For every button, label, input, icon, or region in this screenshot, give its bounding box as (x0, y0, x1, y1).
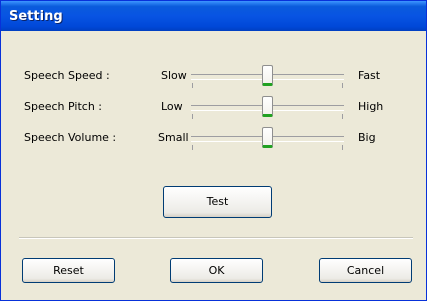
reset-button[interactable]: Reset (22, 258, 115, 283)
speech-speed-slider-thumb[interactable] (262, 65, 273, 86)
speech-pitch-slider-thumb[interactable] (262, 96, 273, 117)
speech-volume-min-label: Small (158, 131, 189, 144)
dialog-content: Speech Speed : Slow Fast Speech Pitch : … (4, 31, 423, 297)
ok-button[interactable]: OK (170, 258, 263, 283)
separator (19, 237, 413, 239)
settings-dialog: Setting Speech Speed : Slow Fast Speech … (0, 0, 427, 301)
speech-volume-max-label: Big (358, 131, 376, 144)
speech-pitch-tick-max (342, 114, 343, 119)
speech-speed-max-label: Fast (358, 69, 381, 82)
title-bar[interactable]: Setting (1, 1, 426, 31)
cancel-button-label: Cancel (346, 264, 385, 277)
speech-volume-label: Speech Volume : (24, 131, 117, 144)
speech-speed-label: Speech Speed : (24, 69, 110, 82)
speech-volume-slider-thumb[interactable] (262, 127, 273, 148)
speech-volume-tick-min (192, 145, 193, 150)
speech-volume-tick-max (342, 145, 343, 150)
speech-speed-tick-min (192, 83, 193, 88)
ok-button-label: OK (208, 264, 225, 277)
speech-pitch-tick-min (192, 114, 193, 119)
speech-speed-tick-max (342, 83, 343, 88)
reset-button-label: Reset (53, 264, 84, 277)
speech-speed-min-label: Slow (161, 69, 187, 82)
cancel-button[interactable]: Cancel (319, 258, 412, 283)
speech-pitch-min-label: Low (161, 100, 183, 113)
window-title: Setting (9, 9, 63, 24)
test-button-label: Test (206, 195, 229, 208)
speech-pitch-label: Speech Pitch : (24, 100, 102, 113)
speech-pitch-max-label: High (358, 100, 384, 113)
test-button[interactable]: Test (163, 186, 272, 218)
